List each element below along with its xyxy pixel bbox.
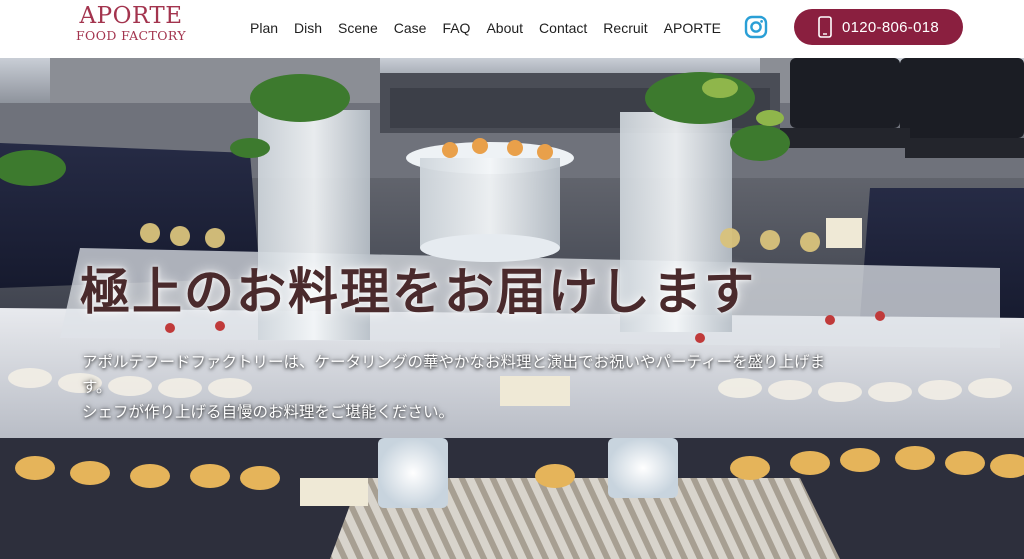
brand-logo-line2: FOOD FACTORY <box>75 28 186 43</box>
brand-logo-line1: APORTE <box>79 3 183 29</box>
hero-title: 極上のお料理をお届けします <box>80 263 756 321</box>
hero-description: アポルテフードファクトリーは、ケータリングの華やかなお料理と演出でお祝いやパーテ… <box>82 350 932 425</box>
nav-item-scene[interactable]: Scene <box>330 18 386 38</box>
phone-number: 0120-806-018 <box>841 18 939 36</box>
nav-item-plan[interactable]: Plan <box>248 18 286 38</box>
nav-item-about[interactable]: About <box>478 18 531 38</box>
site-header: APORTE FOOD FACTORY Plan Dish Scene Case… <box>0 0 1024 58</box>
main-nav: Plan Dish Scene Case FAQ About Contact R… <box>248 18 729 38</box>
hero-section: 極上のお料理をお届けします アポルテフードファクトリーは、ケータリングの華やかな… <box>0 58 1024 559</box>
phone-button[interactable]: 0120-806-018 <box>794 9 963 45</box>
hero-description-line: シェフが作り上げる自慢のお料理をご堪能ください。 <box>82 403 455 421</box>
nav-item-aporte[interactable]: APORTE <box>656 18 729 38</box>
brand-logo[interactable]: APORTE FOOD FACTORY <box>66 5 196 43</box>
nav-item-recruit[interactable]: Recruit <box>595 18 655 38</box>
hero-description-line: す。 <box>82 378 112 396</box>
smartphone-icon <box>818 16 832 38</box>
nav-item-contact[interactable]: Contact <box>531 18 595 38</box>
instagram-icon[interactable] <box>744 15 768 39</box>
nav-item-dish[interactable]: Dish <box>286 18 330 38</box>
hero-description-line: アポルテフードファクトリーは、ケータリングの華やかなお料理と演出でお祝いやパーテ… <box>82 353 826 371</box>
nav-item-case[interactable]: Case <box>386 18 435 38</box>
nav-item-faq[interactable]: FAQ <box>434 18 478 38</box>
